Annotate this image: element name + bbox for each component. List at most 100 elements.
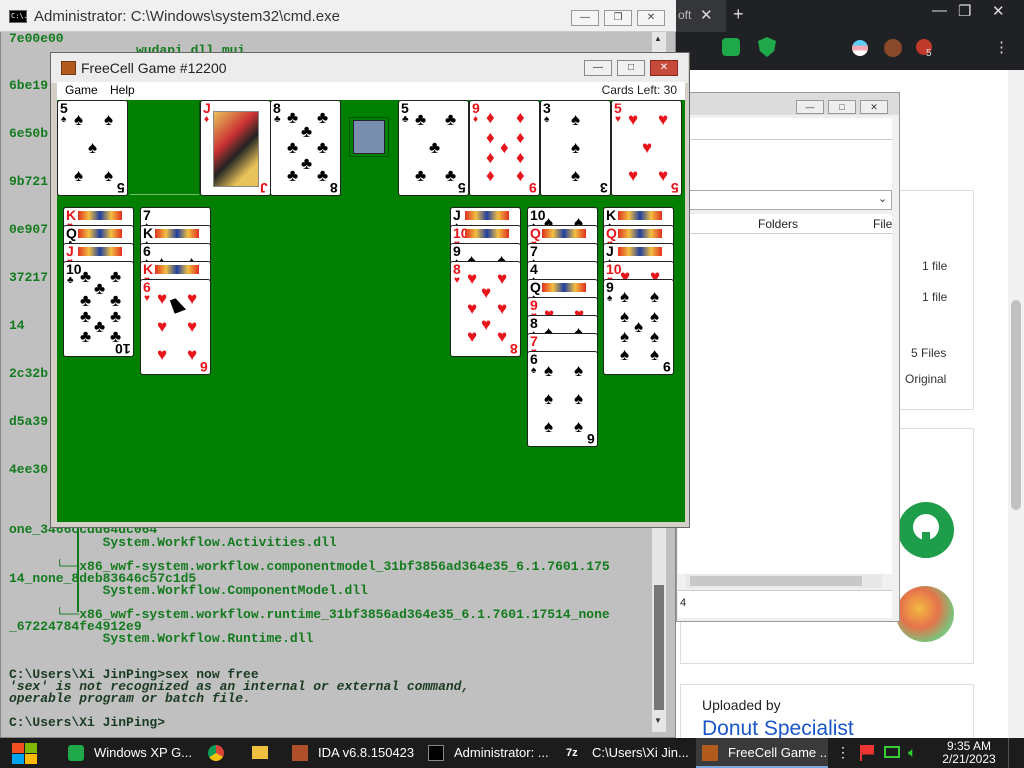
explorer-statusbar bbox=[678, 590, 892, 618]
column-folders[interactable]: Folders bbox=[758, 217, 798, 231]
cmd-scrollbar-thumb[interactable] bbox=[654, 585, 664, 710]
freecell-app-icon bbox=[61, 61, 76, 75]
card-8-clubs[interactable]: 8 ♣ ♣ ♣ ♣ ♣ ♣ ♣ ♣ ♣ 8 bbox=[270, 100, 341, 196]
cmd-icon: C:\. bbox=[9, 10, 28, 23]
explorer-address-area bbox=[678, 140, 892, 190]
browser-close-icon[interactable]: ✕ bbox=[992, 2, 1005, 20]
network-tray-icon[interactable] bbox=[884, 746, 900, 758]
card-9-spades[interactable]: 9♠♠♠♠♠♠♠♠♠♠9 bbox=[603, 279, 674, 375]
card-9-diamonds[interactable]: 9 ♦ ♦ ♦ ♦ ♦ ♦ ♦ ♦ ♦ ♦ 9 bbox=[469, 100, 540, 196]
clock-date: 2/21/2023 bbox=[942, 752, 996, 766]
freecell-close-button[interactable]: ✕ bbox=[650, 60, 678, 76]
card-5-hearts[interactable]: 5 ♥ ♥ ♥ ♥ ♥ ♥ 5 bbox=[611, 100, 682, 196]
card-3-spades[interactable]: 3 ♠ ♠ ♠ ♠ 3 bbox=[540, 100, 611, 196]
column-file[interactable]: File bbox=[873, 217, 892, 231]
card-6-hearts[interactable]: 6 ♥ ♥ ♥ ♥ ♥ ♥ ♥ 6 bbox=[140, 279, 211, 375]
chevron-down-icon[interactable]: ⌄ bbox=[878, 192, 887, 205]
cmd-line: 9b721 bbox=[9, 174, 49, 189]
start-button[interactable] bbox=[6, 739, 44, 767]
file-count-3: 5 Files bbox=[911, 346, 947, 360]
card-10-clubs[interactable]: 10 ♣ ♣ ♣ ♣ ♣ ♣ ♣ ♣ ♣ ♣ ♣ 10 bbox=[63, 261, 134, 357]
cmd-line: 6be19 bbox=[9, 78, 49, 93]
taskbar-item-cmd[interactable]: Administrator: ... bbox=[422, 738, 556, 768]
cmd-line: 14 bbox=[9, 318, 25, 333]
browser-minimize-icon[interactable]: — bbox=[932, 2, 947, 19]
cmd-title: Administrator: C:\Windows\system32\cmd.e… bbox=[34, 8, 340, 25]
cmd-line: 37217 bbox=[9, 270, 49, 285]
ida-icon bbox=[292, 745, 308, 761]
cmd-restore-button[interactable]: ❐ bbox=[604, 10, 632, 26]
menu-game[interactable]: Game bbox=[65, 83, 98, 97]
taskbar-clock[interactable]: 9:35 AM 2/21/2023 bbox=[936, 740, 1002, 766]
taskbar-item-freecell[interactable]: FreeCell Game ... bbox=[696, 738, 828, 768]
flag-tray-icon[interactable] bbox=[860, 745, 874, 761]
7zip-icon: 7z bbox=[566, 747, 578, 759]
chrome-icon[interactable] bbox=[208, 745, 224, 761]
tab-close-icon[interactable]: ✕ bbox=[700, 6, 713, 24]
freecell-title: FreeCell Game #12200 bbox=[81, 60, 227, 76]
taskbar-item-ida[interactable]: IDA v6.8.150423 bbox=[286, 738, 416, 768]
taskbar-item-label: C:\Users\Xi Jin... bbox=[592, 745, 689, 760]
cmd-close-button[interactable]: ✕ bbox=[637, 10, 665, 26]
app-logo-icon bbox=[896, 586, 954, 642]
cmd-scroll-down-icon[interactable]: ▼ bbox=[654, 716, 662, 725]
explorer-dropdown[interactable] bbox=[678, 190, 892, 210]
card-5-spades[interactable]: 5 ♠ ♠ ♠ ♠ ♠ ♠ 5 bbox=[57, 100, 128, 196]
cmd-line: 2c32b bbox=[9, 366, 49, 381]
cards-left-counter: Cards Left: 30 bbox=[601, 83, 677, 97]
browser-menu-icon[interactable]: ⋮ bbox=[994, 38, 1009, 56]
browser-restore-icon[interactable]: ❐ bbox=[958, 2, 971, 20]
cmd-prompt-current[interactable]: C:\Users\Xi JinPing> bbox=[9, 715, 165, 730]
cmd-taskbar-icon bbox=[428, 745, 444, 761]
taskbar-item-label: Windows XP G... bbox=[94, 745, 192, 760]
volume-tray-icon[interactable]: 🔈︎ bbox=[908, 744, 916, 761]
overflow-icon[interactable]: ⋮ bbox=[836, 744, 850, 761]
cmd-line: 4ee30 bbox=[9, 462, 49, 477]
explorer-status-text: 4 bbox=[680, 597, 687, 609]
file-count-1: 1 file bbox=[922, 259, 948, 273]
page-scrollbar-thumb[interactable] bbox=[1011, 300, 1021, 510]
explorer-maximize-button[interactable]: □ bbox=[828, 100, 856, 114]
taskbar-item-7zip[interactable]: 7z C:\Users\Xi Jin... bbox=[560, 738, 694, 768]
file-count-2: 1 file bbox=[922, 290, 948, 304]
folder-icon[interactable] bbox=[252, 746, 268, 759]
explorer-hscroll-thumb[interactable] bbox=[690, 576, 862, 586]
cmd-error-line: operable program or batch file. bbox=[9, 691, 251, 706]
taskbar-item-windowsxp[interactable]: Windows XP G... bbox=[62, 738, 192, 768]
freecell-menubar: Game Help Cards Left: 30 bbox=[57, 82, 685, 100]
king-face-icon bbox=[353, 120, 385, 154]
uploaded-by-label: Uploaded by bbox=[702, 697, 781, 713]
card-j-diamonds[interactable]: J ♦ J bbox=[200, 100, 271, 196]
card-6-spades[interactable]: 6♠♠♠♠♠♠♠6 bbox=[527, 351, 598, 447]
cmd-line: d5a39 bbox=[9, 414, 49, 429]
explorer-toolbar bbox=[678, 118, 892, 140]
cmd-line: System.Workflow.ComponentModel.dll bbox=[9, 583, 368, 598]
explorer-minimize-button[interactable]: — bbox=[796, 100, 824, 114]
cmd-minimize-button[interactable]: — bbox=[571, 10, 599, 26]
chat-app-icon bbox=[68, 745, 84, 761]
free-cell-empty[interactable] bbox=[130, 101, 200, 195]
show-desktop-button[interactable] bbox=[1008, 738, 1016, 768]
freecell-maximize-button[interactable]: □ bbox=[617, 60, 645, 76]
explorer-list bbox=[678, 234, 892, 574]
tab-title-fragment: oft bbox=[678, 8, 692, 22]
explorer-close-button[interactable]: ✕ bbox=[860, 100, 888, 114]
opensource-logo-notch bbox=[922, 532, 930, 558]
menu-help[interactable]: Help bbox=[110, 83, 135, 97]
extension-chat-icon[interactable] bbox=[722, 38, 740, 56]
card-8-hearts[interactable]: 8 ♥ ♥ ♥ ♥ ♥ ♥ ♥ ♥ ♥ 8 bbox=[450, 261, 521, 357]
cmd-line: 7e00e00 bbox=[9, 31, 64, 46]
browser-toolbar bbox=[676, 0, 1024, 70]
card-5-clubs[interactable]: 5 ♣ ♣ ♣ ♣ ♣ ♣ 5 bbox=[398, 100, 469, 196]
flag-extension-icon[interactable] bbox=[852, 40, 868, 56]
taskbar-item-label: IDA v6.8.150423 bbox=[318, 745, 415, 760]
taskbar-item-label: FreeCell Game ... bbox=[728, 745, 828, 760]
cmd-line: System.Workflow.Runtime.dll bbox=[9, 631, 314, 646]
profile-badge: 5 bbox=[926, 48, 932, 59]
cmd-line: 0e907 bbox=[9, 222, 49, 237]
new-tab-icon[interactable]: + bbox=[733, 4, 744, 25]
freecell-minimize-button[interactable]: — bbox=[584, 60, 612, 76]
avatar-icon[interactable] bbox=[884, 39, 902, 57]
cmd-scroll-up-icon[interactable]: ▲ bbox=[654, 34, 662, 43]
cmd-line: System.Workflow.Activities.dll bbox=[9, 535, 337, 550]
